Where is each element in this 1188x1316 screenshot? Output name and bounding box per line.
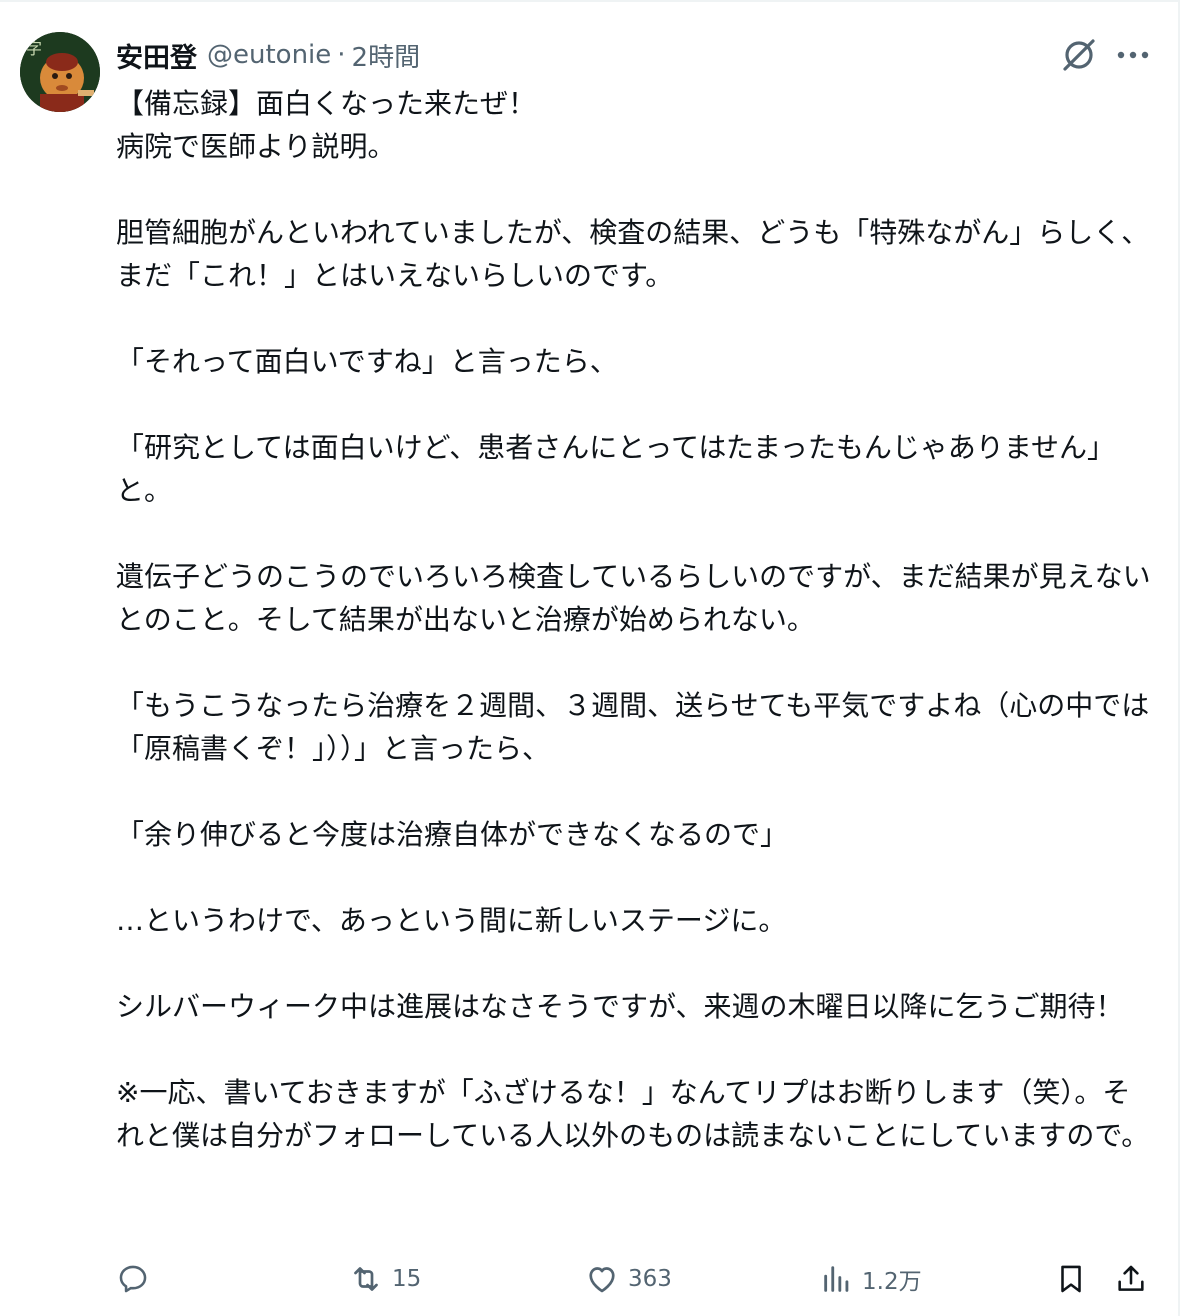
author-name[interactable]: 安田登 [116, 36, 197, 75]
post-paragraph: 「それって面白いですね」と言ったら、 [116, 345, 618, 378]
repost-button[interactable]: 15 [348, 1256, 421, 1302]
reply-button[interactable] [116, 1256, 150, 1302]
author-handle[interactable]: @eutonie [207, 40, 331, 70]
svg-text:字: 字 [26, 39, 42, 58]
views-icon [824, 1266, 849, 1292]
post-paragraph: 遺伝子どうのこうのでいろいろ検査しているらしいのですが、まだ結果が見えないとのこ… [116, 560, 1151, 636]
post-time[interactable]: 2時間 [352, 37, 421, 74]
post-body: 【備忘録】面白くなった来たぜ！ 病院で医師より説明。 胆管細胞がんといわれていま… [116, 82, 1156, 1157]
post-paragraph: 「もうこうなったら治療を２週間、３週間、送らせても平気ですよね（心の中では「原稿… [116, 689, 1150, 765]
post-paragraph: …というわけで、あっという間に新しいステージに。 [116, 904, 787, 937]
like-button[interactable]: 363 [584, 1256, 672, 1302]
share-button[interactable] [1114, 1256, 1148, 1302]
post-paragraph: 「研究としては面白いけど、患者さんにとってはたまったもんじゃありません」と。 [116, 431, 1116, 507]
post-paragraph: シルバーウィーク中は進展はなさそうですが、来週の木曜日以降に乞うご期待！ [116, 990, 1124, 1023]
share-icon [1118, 1265, 1144, 1291]
separator: · [337, 40, 346, 70]
reply-icon [119, 1265, 147, 1293]
post-paragraph: ※一応、書いておきますが「ふざけるな！」なんてリプはお断りします（笑）。それと僕… [116, 1076, 1150, 1152]
views-count: 1.2万 [862, 1269, 922, 1295]
post-paragraph: 【備忘録】面白くなった来たぜ！ 病院で医師より説明。 [116, 87, 537, 163]
like-count: 363 [628, 1266, 672, 1292]
repost-icon [354, 1267, 378, 1291]
post-paragraph: 胆管細胞がんといわれていましたが、検査の結果、どうも「特殊ながん」らしく、まだ「… [116, 216, 1150, 292]
grok-button[interactable] [1058, 34, 1100, 76]
heart-icon [589, 1267, 615, 1293]
more-icon [1117, 51, 1149, 59]
post-card[interactable]: 字 安田登 @eutonie · 2時間 【備忘録】面白くなった来たぜ！ 病院で… [0, 0, 1180, 1316]
bookmark-button[interactable] [1054, 1256, 1088, 1302]
views-button[interactable]: 1.2万 [820, 1256, 922, 1302]
bookmark-icon [1061, 1265, 1081, 1293]
repost-count: 15 [392, 1266, 422, 1292]
grok-icon [1063, 39, 1095, 71]
avatar[interactable]: 字 [20, 32, 100, 112]
post-header: 安田登 @eutonie · 2時間 [116, 36, 420, 74]
action-bar: 15 363 1.2万 [110, 1256, 1160, 1302]
more-options-button[interactable] [1112, 34, 1154, 76]
post-paragraph: 「余り伸びると今度は治療自体ができなくなるので」 [116, 818, 789, 851]
